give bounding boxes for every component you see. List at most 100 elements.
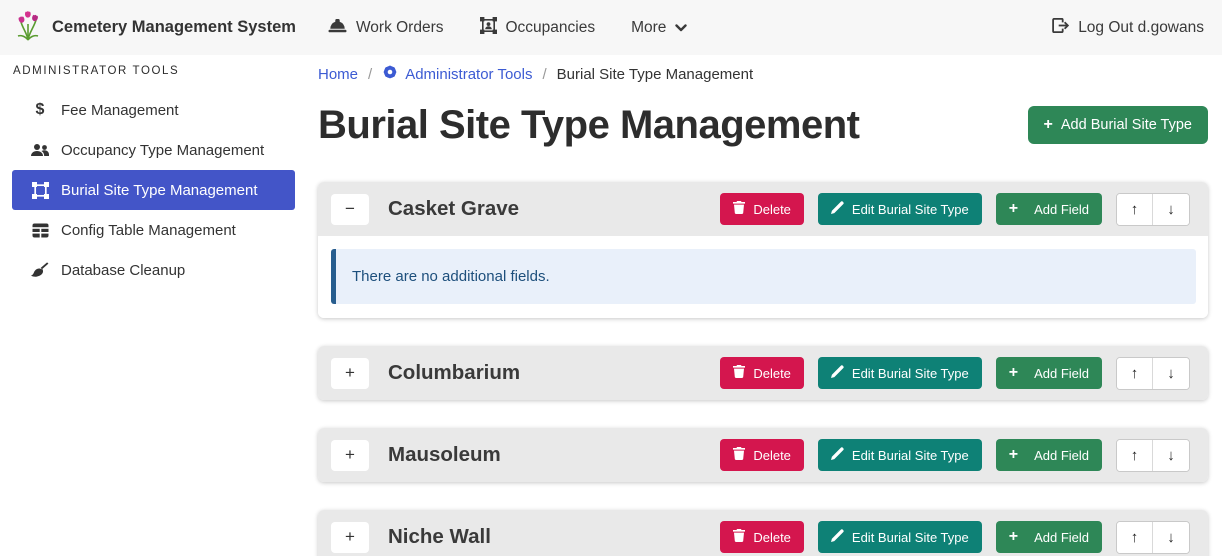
nav-item-more[interactable]: More	[631, 19, 687, 37]
plus-icon: +	[1009, 365, 1018, 381]
burial-site-type-panel: + Columbarium Delete	[318, 346, 1208, 400]
reorder-button-group: ↑ ↓	[1116, 439, 1190, 472]
add-field-button[interactable]: + Add Field	[996, 193, 1102, 225]
sidebar: ADMINISTRATOR TOOLS $ Fee Management Occ…	[0, 55, 318, 556]
panel-actions: Delete Edit Burial Site Type + Add Field	[720, 521, 1190, 554]
panel-header: − Casket Grave Delete	[318, 182, 1208, 236]
edit-burial-site-type-button[interactable]: Edit Burial Site Type	[818, 193, 982, 225]
nav-item-work-orders[interactable]: Work Orders	[328, 18, 444, 38]
sidebar-item-label: Database Cleanup	[61, 262, 185, 279]
sidebar-item-fee-management[interactable]: $ Fee Management	[12, 90, 295, 130]
panel-title: Casket Grave	[388, 197, 519, 221]
trash-icon	[733, 447, 745, 463]
trash-icon	[733, 365, 745, 381]
move-up-button[interactable]: ↑	[1117, 522, 1153, 553]
delete-button-label: Delete	[753, 366, 791, 381]
move-up-button[interactable]: ↑	[1117, 194, 1153, 225]
nav-item-label: Occupancies	[506, 19, 596, 37]
tulip-logo-icon	[14, 9, 42, 46]
users-icon	[30, 143, 50, 157]
add-field-button-label: Add Field	[1034, 202, 1089, 217]
object-group-icon	[30, 182, 50, 199]
move-down-button[interactable]: ↓	[1153, 522, 1189, 553]
edit-button-label: Edit Burial Site Type	[852, 202, 969, 217]
edit-burial-site-type-button[interactable]: Edit Burial Site Type	[818, 439, 982, 471]
burial-site-type-panel: − Casket Grave Delete	[318, 182, 1208, 318]
arrow-up-icon: ↑	[1131, 447, 1139, 464]
panel-header: + Columbarium Delete	[318, 346, 1208, 400]
add-field-button-label: Add Field	[1034, 530, 1089, 545]
breadcrumb-separator: /	[368, 66, 372, 83]
add-burial-site-type-label: Add Burial Site Type	[1061, 117, 1192, 133]
delete-button[interactable]: Delete	[720, 521, 804, 553]
sidebar-item-occupancy-type-management[interactable]: Occupancy Type Management	[12, 130, 295, 170]
delete-button[interactable]: Delete	[720, 193, 804, 225]
reorder-button-group: ↑ ↓	[1116, 521, 1190, 554]
arrow-up-icon: ↑	[1131, 201, 1139, 218]
edit-burial-site-type-button[interactable]: Edit Burial Site Type	[818, 357, 982, 389]
arrow-down-icon: ↓	[1167, 201, 1175, 218]
nav-item-occupancies[interactable]: Occupancies	[480, 17, 596, 39]
move-down-button[interactable]: ↓	[1153, 194, 1189, 225]
arrow-up-icon: ↑	[1131, 529, 1139, 546]
edit-burial-site-type-button[interactable]: Edit Burial Site Type	[818, 521, 982, 553]
sidebar-item-burial-site-type-management[interactable]: Burial Site Type Management	[12, 170, 295, 210]
occupancy-frame-icon	[480, 17, 497, 39]
sidebar-item-config-table-management[interactable]: Config Table Management	[12, 210, 295, 250]
breadcrumb-admin-tools-link[interactable]: Administrator Tools	[382, 64, 532, 84]
sidebar-item-label: Occupancy Type Management	[61, 142, 264, 159]
delete-button-label: Delete	[753, 202, 791, 217]
plus-icon: +	[1009, 529, 1018, 545]
panel-title: Niche Wall	[388, 525, 491, 549]
add-burial-site-type-button[interactable]: + Add Burial Site Type	[1028, 106, 1208, 144]
no-fields-message: There are no additional fields.	[352, 268, 550, 285]
panel-body: There are no additional fields.	[318, 236, 1208, 318]
sidebar-item-label: Fee Management	[61, 102, 179, 119]
panel-toggle-button[interactable]: +	[331, 440, 369, 471]
move-down-button[interactable]: ↓	[1153, 358, 1189, 389]
top-navbar: Cemetery Management System Work Orders	[0, 0, 1222, 55]
broom-icon	[30, 262, 50, 278]
logout-icon	[1052, 18, 1069, 38]
delete-button[interactable]: Delete	[720, 439, 804, 471]
delete-button-label: Delete	[753, 530, 791, 545]
hard-hat-icon	[328, 18, 347, 38]
add-field-button[interactable]: + Add Field	[996, 521, 1102, 553]
logout-label: Log Out d.gowans	[1078, 19, 1204, 37]
add-field-button[interactable]: + Add Field	[996, 357, 1102, 389]
panel-header: + Niche Wall Delete	[318, 510, 1208, 556]
nav-item-label: More	[631, 19, 666, 37]
breadcrumb-home-link[interactable]: Home	[318, 66, 358, 83]
page-title: Burial Site Type Management	[318, 100, 859, 150]
panel-toggle-button[interactable]: −	[331, 194, 369, 225]
arrow-down-icon: ↓	[1167, 529, 1175, 546]
sidebar-item-database-cleanup[interactable]: Database Cleanup	[12, 250, 295, 290]
move-down-button[interactable]: ↓	[1153, 440, 1189, 471]
nav-item-label: Work Orders	[356, 19, 444, 37]
sidebar-item-label: Config Table Management	[61, 222, 236, 239]
pencil-icon	[831, 529, 844, 545]
pencil-icon	[831, 447, 844, 463]
main-content: Home / Administrator Tools / Burial	[318, 55, 1222, 556]
move-up-button[interactable]: ↑	[1117, 440, 1153, 471]
brand-home-link[interactable]: Cemetery Management System	[14, 9, 296, 46]
add-field-button[interactable]: + Add Field	[996, 439, 1102, 471]
panel-actions: Delete Edit Burial Site Type + Add Field	[720, 357, 1190, 390]
panel-actions: Delete Edit Burial Site Type + Add Field	[720, 439, 1190, 472]
breadcrumb-separator: /	[542, 66, 546, 83]
delete-button[interactable]: Delete	[720, 357, 804, 389]
plus-icon: +	[1009, 447, 1018, 463]
panel-title: Columbarium	[388, 361, 520, 385]
reorder-button-group: ↑ ↓	[1116, 193, 1190, 226]
panel-toggle-button[interactable]: +	[331, 522, 369, 553]
edit-button-label: Edit Burial Site Type	[852, 366, 969, 381]
panel-title: Mausoleum	[388, 443, 501, 467]
plus-icon: +	[1044, 117, 1053, 133]
logout-button[interactable]: Log Out d.gowans	[1052, 18, 1204, 38]
panel-toggle-button[interactable]: +	[331, 358, 369, 389]
breadcrumb-admin-tools-label: Administrator Tools	[405, 66, 532, 83]
sidebar-item-label: Burial Site Type Management	[61, 182, 258, 199]
add-field-button-label: Add Field	[1034, 448, 1089, 463]
panel-actions: Delete Edit Burial Site Type + Add Field	[720, 193, 1190, 226]
move-up-button[interactable]: ↑	[1117, 358, 1153, 389]
